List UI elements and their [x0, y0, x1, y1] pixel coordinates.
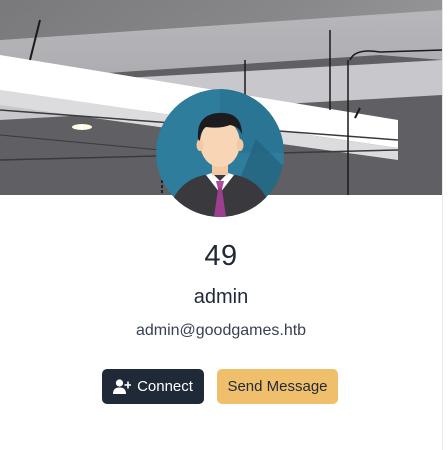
- user-plus-icon: [113, 379, 132, 394]
- profile-email: admin@goodgames.htb: [135, 322, 307, 339]
- connect-label: Connect: [137, 378, 193, 395]
- profile-actions: Connect Send Message: [102, 369, 338, 404]
- avatar: [156, 89, 284, 217]
- profile-username: admin: [193, 286, 249, 308]
- send-message-button[interactable]: Send Message: [217, 369, 338, 404]
- profile-card: 49 admin admin@goodgames.htb Connect Sen…: [0, 0, 443, 450]
- stat-count: 49: [204, 240, 238, 272]
- connect-button[interactable]: Connect: [102, 369, 204, 404]
- send-message-label: Send Message: [227, 378, 328, 395]
